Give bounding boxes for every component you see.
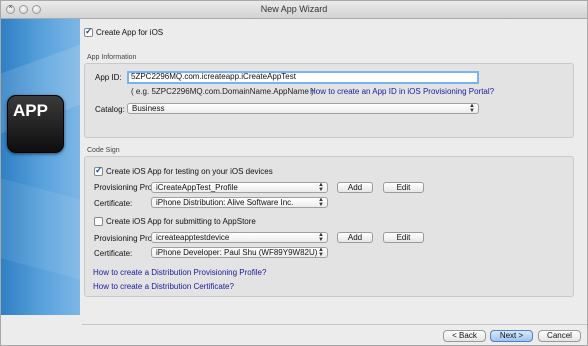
catalog-label: Catalog: bbox=[95, 105, 125, 114]
appstore-cert-value: iPhone Developer: Paul Shu (WF89Y9W82U) bbox=[156, 248, 318, 257]
appstore-add-button[interactable]: Add bbox=[337, 232, 373, 243]
create-ios-label: Create App for iOS bbox=[96, 28, 164, 37]
appstore-cert-select[interactable]: iPhone Developer: Paul Shu (WF89Y9W82U) … bbox=[151, 247, 328, 258]
appstore-checkbox[interactable] bbox=[94, 217, 103, 226]
appstore-profile-select[interactable]: icreateapptestdevice ▲ ▼ bbox=[151, 232, 328, 243]
back-button[interactable]: < Back bbox=[443, 330, 486, 342]
testing-add-button[interactable]: Add bbox=[337, 182, 373, 193]
create-ios-checkbox[interactable] bbox=[84, 26, 93, 37]
app-id-input[interactable]: 5ZPC2296MQ.com.icreateapp.iCreateAppTest bbox=[127, 71, 479, 84]
testing-cert-label: Certificate: bbox=[94, 199, 133, 208]
how-to-create-app-id-link[interactable]: How to create an App ID in iOS Provision… bbox=[310, 87, 494, 96]
distribution-profile-link[interactable]: How to create a Distribution Provisionin… bbox=[93, 268, 266, 277]
testing-cert-select[interactable]: iPhone Distribution: Alive Software Inc.… bbox=[151, 197, 328, 208]
wizard-window: × New App Wizard APP Create App for iOS … bbox=[0, 0, 588, 346]
testing-edit-button[interactable]: Edit bbox=[383, 182, 424, 193]
code-sign-group: Create iOS App for testing on your iOS d… bbox=[84, 156, 574, 297]
title-bar: × New App Wizard bbox=[1, 1, 587, 19]
cancel-button[interactable]: Cancel bbox=[538, 330, 581, 342]
testing-label: Create iOS App for testing on your iOS d… bbox=[106, 167, 273, 176]
catalog-select-value: Business bbox=[132, 104, 165, 113]
code-sign-group-title: Code Sign bbox=[87, 147, 120, 154]
app-logo: APP bbox=[7, 95, 64, 153]
testing-cert-value: iPhone Distribution: Alive Software Inc. bbox=[156, 198, 294, 207]
catalog-select[interactable]: Business ▲ ▼ bbox=[127, 103, 479, 114]
app-logo-text: APP bbox=[13, 101, 48, 120]
testing-checkbox[interactable] bbox=[94, 165, 103, 176]
app-info-group-title: App Information bbox=[87, 54, 137, 61]
appstore-label: Create iOS App for submitting to AppStor… bbox=[106, 217, 256, 226]
testing-profile-value: iCreateAppTest_Profile bbox=[156, 183, 238, 192]
appstore-edit-button[interactable]: Edit bbox=[383, 232, 424, 243]
wizard-sidebar: APP bbox=[1, 19, 80, 315]
appstore-cert-label: Certificate: bbox=[94, 249, 133, 258]
app-info-group: App ID: 5ZPC2296MQ.com.icreateapp.iCreat… bbox=[84, 63, 574, 138]
distribution-cert-link[interactable]: How to create a Distribution Certificate… bbox=[93, 282, 234, 291]
footer-divider bbox=[82, 324, 587, 325]
appstore-profile-value: icreateapptestdevice bbox=[156, 233, 230, 242]
testing-profile-select[interactable]: iCreateAppTest_Profile ▲ ▼ bbox=[151, 182, 328, 193]
select-arrows-icon: ▲ ▼ bbox=[318, 182, 324, 193]
select-arrows-icon: ▲ ▼ bbox=[318, 232, 324, 243]
app-id-label: App ID: bbox=[95, 73, 122, 82]
select-arrows-icon: ▲ ▼ bbox=[469, 103, 475, 114]
app-id-example: ( e.g. 5ZPC2296MQ.com.DomainName.AppName… bbox=[131, 87, 314, 96]
window-title: New App Wizard bbox=[260, 4, 328, 14]
next-button[interactable]: Next > bbox=[490, 330, 533, 342]
select-arrows-icon: ▲ ▼ bbox=[318, 247, 324, 258]
select-arrows-icon: ▲ ▼ bbox=[318, 197, 324, 208]
